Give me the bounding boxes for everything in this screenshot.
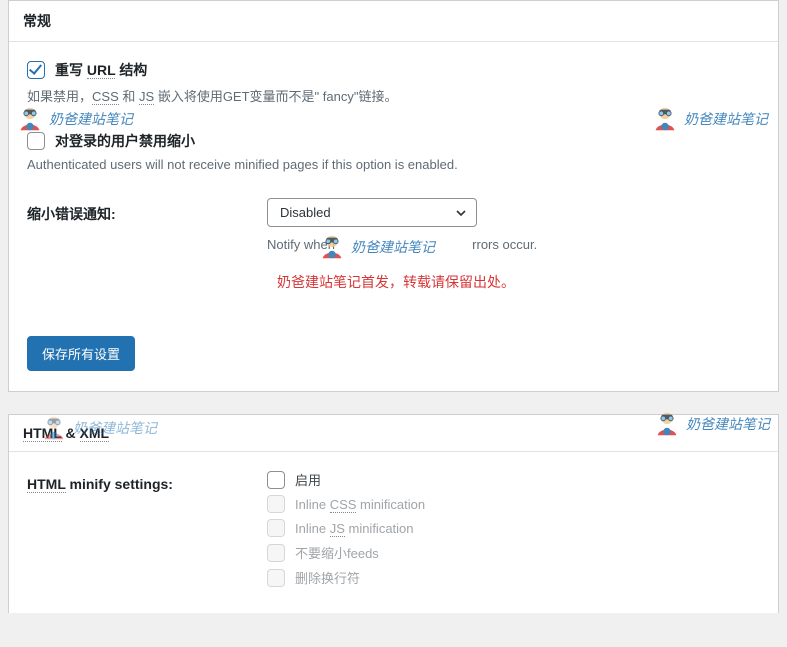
disable-loggedin-desc: Authenticated users will not receive min… [27,157,760,172]
label-text: minify settings: [66,476,173,492]
general-panel-title: 常规 [9,1,778,42]
error-notify-select[interactable]: Disabled [267,198,477,227]
desc-text: 如果禁用， [27,89,92,104]
watermark-text: 奶爸建站笔记 [686,414,770,434]
general-panel-body: 奶爸建站笔记 奶爸建站笔记 奶爸建站笔记 重写 URL 结构 [9,42,778,391]
option-remove-linebreaks: 删除换行符 [267,568,760,587]
error-notify-field: 缩小错误通知: Disabled Notify when xxxxxxxxxxx… [27,198,760,292]
option-inline-js: Inline JS minification [267,519,760,537]
abbr-js: JS [330,521,345,537]
abbr-html: HTML [23,425,62,442]
option-no-minify-feeds: 不要缩小feeds [267,543,760,562]
desc-text: rrors occur. [472,237,537,252]
label-text: minification [345,521,414,536]
watermark-text: 奶爸建站笔记 [49,109,133,129]
html-minify-options: 启用 Inline CSS minification Inline JS min… [267,470,760,593]
general-panel: 常规 奶爸建站笔记 奶爸建站笔记 奶爸建站笔记 [8,0,779,392]
label-text: Inline [295,497,330,512]
option-label: Inline JS minification [295,521,414,536]
abbr-url: URL [87,62,116,79]
watermark: 奶爸建站笔记 [650,104,768,134]
option-label: 不要缩小feeds [295,543,379,562]
label-text: 重写 [55,62,83,78]
error-notify-label: 缩小错误通知: [27,198,237,224]
label-text: Inline [295,521,330,536]
watermark: 奶爸建站笔记 [15,104,133,134]
html-minify-field: HTML minify settings: 启用 Inline CSS mini… [27,470,760,593]
option-enable: 启用 [267,470,760,489]
rewrite-url-field: 重写 URL 结构 如果禁用，CSS 和 JS 嵌入将使用GET变量而不是" f… [27,60,760,105]
enable-checkbox[interactable] [267,471,285,489]
no-minify-feeds-checkbox [267,544,285,562]
inline-css-checkbox [267,495,285,513]
abbr-css: CSS [92,89,119,105]
avatar-icon [652,409,682,439]
label-text: 结构 [119,62,147,78]
disable-loggedin-checkbox[interactable] [27,132,45,150]
html-minify-label: HTML minify settings: [27,470,237,492]
rewrite-url-checkbox[interactable] [27,61,45,79]
html-xml-title: HTML & XML 奶爸建站笔记 奶爸建站笔记 [9,415,778,452]
desc-text: 嵌入将使用GET变量而不是" fancy"链接。 [158,89,398,104]
label-text: & [62,425,80,441]
rewrite-url-label: 重写 URL 结构 [55,60,147,80]
save-button[interactable]: 保存所有设置 [27,336,135,371]
option-label: 删除换行符 [295,568,360,587]
html-xml-panel: HTML & XML 奶爸建站笔记 奶爸建站笔记 HTML minify set… [8,414,779,613]
option-inline-css: Inline CSS minification [267,495,760,513]
error-notify-desc: Notify when xxxxxxxxxxxxxxxxxxxx rrors o… [267,237,760,252]
desc-text: Notify when [267,237,339,252]
html-xml-body: HTML minify settings: 启用 Inline CSS mini… [9,452,778,613]
watermark-text: 奶爸建站笔记 [684,109,768,129]
disable-loggedin-label: 对登录的用户禁用缩小 [55,131,195,151]
option-label: 启用 [295,470,321,489]
attribution-text: 奶爸建站笔记首发，转载请保留出处。 [267,272,760,292]
desc-text: 和 [122,89,135,104]
inline-js-checkbox [267,519,285,537]
avatar-icon [650,104,680,134]
abbr-html: HTML [27,476,66,493]
rewrite-url-desc: 如果禁用，CSS 和 JS 嵌入将使用GET变量而不是" fancy"链接。 [27,86,760,105]
disable-loggedin-field: 对登录的用户禁用缩小 Authenticated users will not … [27,131,760,172]
abbr-css: CSS [330,497,357,513]
label-text: minification [356,497,425,512]
abbr-xml: XML [80,425,110,442]
option-label: Inline CSS minification [295,497,425,512]
abbr-js: JS [139,89,154,105]
remove-linebreaks-checkbox [267,569,285,587]
watermark: 奶爸建站笔记 [652,409,770,439]
avatar-icon [15,104,45,134]
